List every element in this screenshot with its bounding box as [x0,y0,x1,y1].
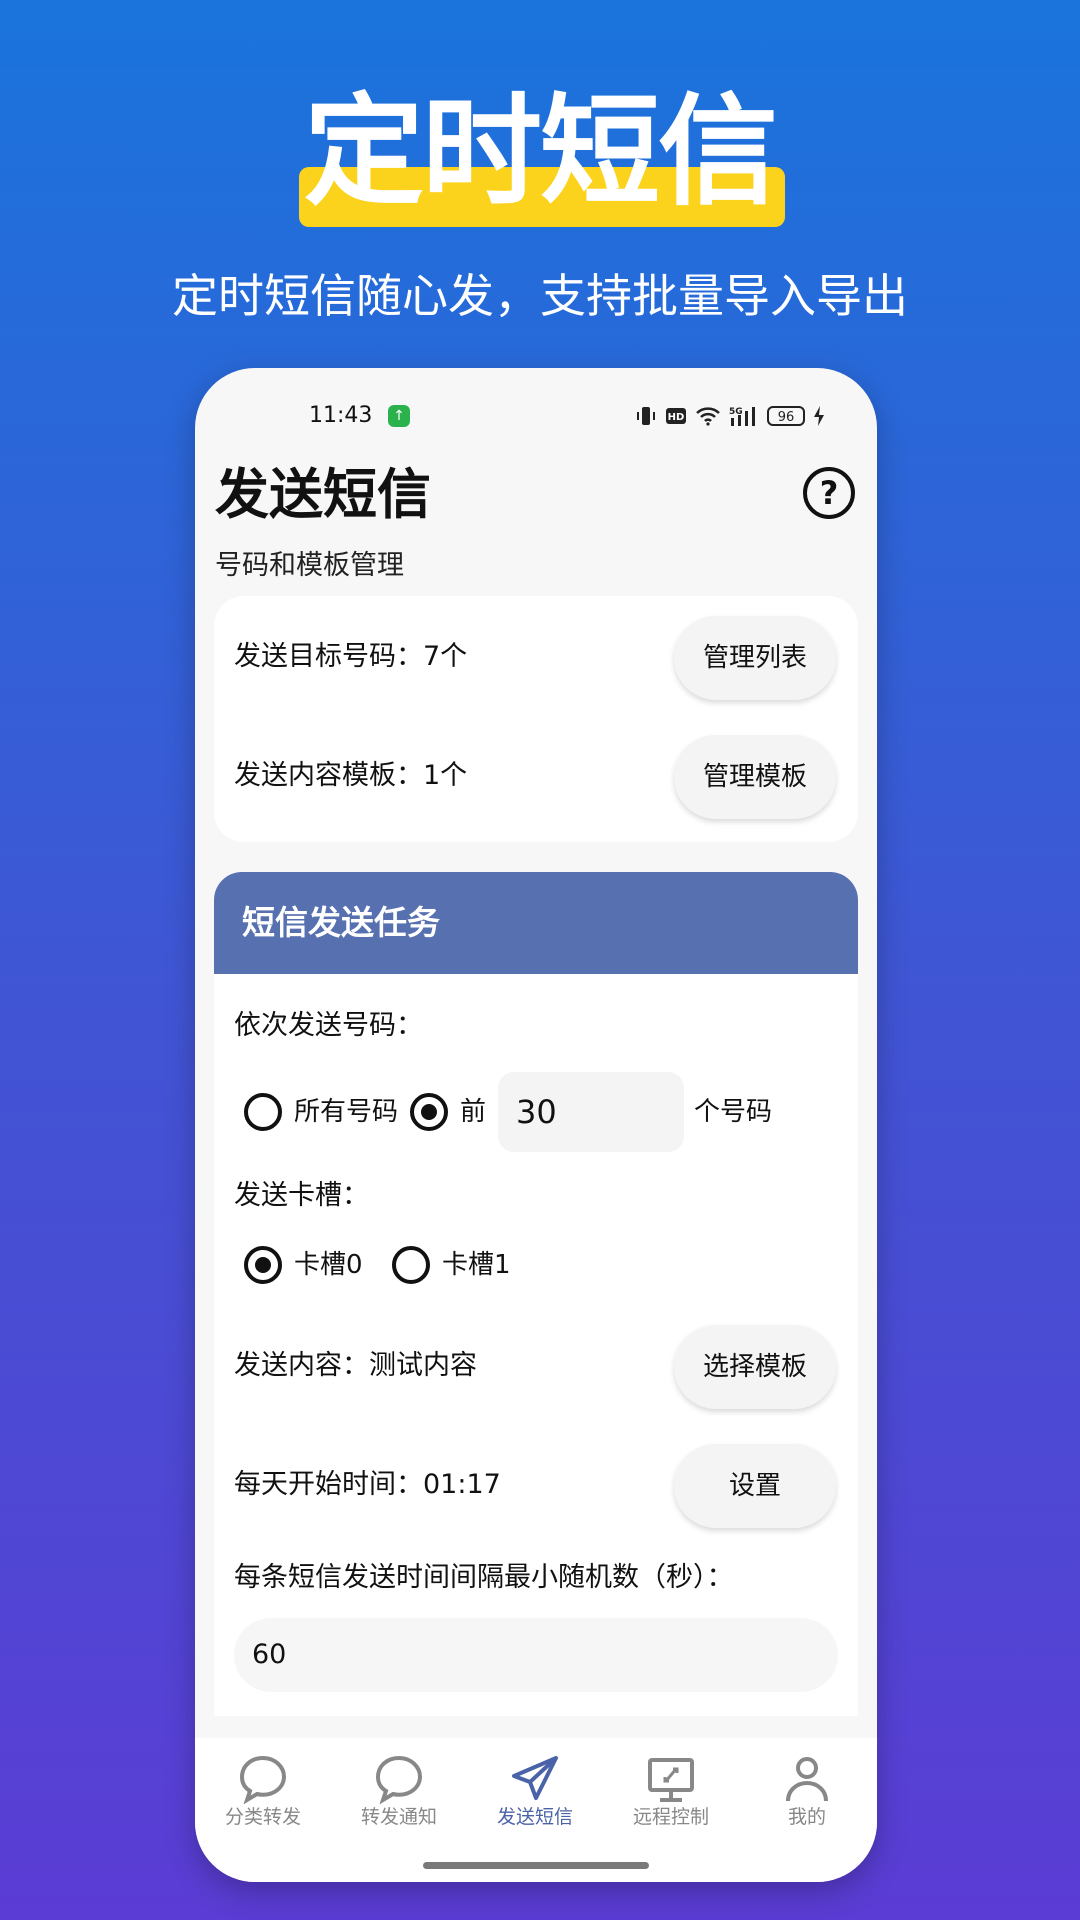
status-bar: 11:43 ↑ HD 5G 96 [195,396,877,436]
order-label: 依次发送号码： [234,1010,423,1041]
status-icons: HD 5G 96 [635,404,825,428]
manage-card: 发送目标号码：7个 管理列表 发送内容模板：1个 管理模板 [214,596,858,842]
all-numbers-radio[interactable] [244,1093,282,1131]
slot1-radio[interactable] [392,1246,430,1284]
content-templates-text: 发送内容模板：1个 [234,760,468,791]
upload-notification-icon: ↑ [388,405,410,427]
page-title: 发送短信 [215,463,431,526]
status-time: 11:43 [309,403,373,428]
slot0-label: 卡槽0 [294,1250,363,1280]
first-n-label: 前 [460,1097,487,1127]
hero: 定时短信 [0,88,1080,228]
nav-item-mine[interactable]: 我的 [739,1738,875,1848]
send-icon [512,1756,558,1800]
hd-icon: HD [666,408,686,424]
battery-indicator: 96 [767,406,805,426]
all-numbers-label: 所有号码 [294,1097,399,1127]
slot-label: 发送卡槽： [234,1180,369,1211]
settings-button[interactable]: 设置 [674,1444,836,1528]
phone-screen: 11:43 ↑ HD 5G 96 发送短信 ? 号码和模板管理 发送目标号码：7… [195,368,877,1882]
help-icon[interactable]: ? [803,467,855,519]
slot0-radio[interactable] [244,1246,282,1284]
interval-input[interactable]: 60 [234,1618,838,1692]
task-header: 短信发送任务 [214,872,858,974]
chat-bubble-icon [239,1755,287,1804]
hero-subtitle: 定时短信随心发，支持批量导入导出 [172,269,908,323]
select-template-button[interactable]: 选择模板 [674,1325,836,1409]
signal-5g-icon: 5G [729,407,755,426]
numbers-suffix: 个号码 [694,1097,773,1127]
target-numbers-text: 发送目标号码：7个 [234,641,468,672]
sms-task-card: 短信发送任务 依次发送号码： 所有号码 前 30 个号码 发送卡槽： 卡槽0 卡… [214,872,858,1716]
nav-item-forward-notice[interactable]: 转发通知 [331,1738,467,1848]
first-count-input[interactable]: 30 [498,1072,684,1152]
nav-label: 发送短信 [496,1806,573,1828]
home-indicator[interactable] [423,1862,649,1869]
manage-templates-button[interactable]: 管理模板 [674,735,836,819]
vibrate-icon [637,407,655,425]
nav-label: 分类转发 [224,1806,301,1828]
slot1-label: 卡槽1 [442,1250,511,1280]
content-text: 发送内容：测试内容 [234,1350,477,1381]
bottom-nav: 分类转发 转发通知 发送短信 远程控制 我的 [195,1738,877,1882]
nav-label: 转发通知 [360,1806,437,1828]
task-title: 短信发送任务 [242,903,440,942]
remote-desktop-icon [648,1758,694,1802]
wifi-icon [696,407,720,426]
manage-section-label: 号码和模板管理 [215,550,404,581]
nav-item-remote-control[interactable]: 远程控制 [603,1738,739,1848]
manage-list-button[interactable]: 管理列表 [674,616,836,700]
nav-item-send-sms[interactable]: 发送短信 [467,1738,603,1848]
interval-label: 每条短信发送时间间隔最小随机数（秒）： [234,1562,734,1593]
person-icon [786,1757,828,1802]
chat-bubble-icon [375,1755,423,1804]
first-n-radio[interactable] [410,1093,448,1131]
svg-text:HD: HD [668,412,685,423]
charging-icon [814,406,824,426]
nav-label: 我的 [787,1806,826,1828]
hero-title: 定时短信 [304,83,778,222]
nav-item-category-forward[interactable]: 分类转发 [195,1738,331,1848]
nav-label: 远程控制 [632,1806,709,1828]
start-time-text: 每天开始时间：01:17 [234,1469,501,1500]
